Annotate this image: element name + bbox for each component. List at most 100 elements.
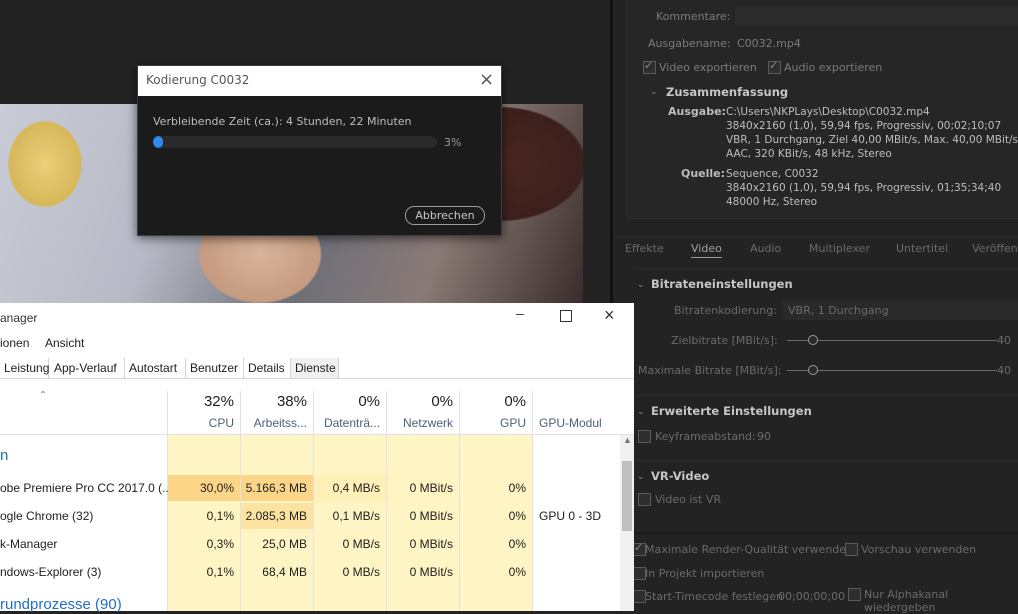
disk-cell: 0,1 MB/s <box>332 509 380 523</box>
encoding-dialog: Kodierung C0032 × Verbleibende Zeit (ca.… <box>137 65 502 236</box>
vr-label: Video ist VR <box>655 493 722 506</box>
start-timecode-label: Start-Timecode festlegen <box>645 590 784 603</box>
export-video-checkbox[interactable] <box>643 59 656 74</box>
process-name: k-Manager <box>0 537 58 551</box>
vr-checkbox[interactable] <box>638 493 651 506</box>
cancel-button[interactable]: Abbrechen <box>405 206 485 225</box>
export-audio-checkbox[interactable] <box>768 59 781 74</box>
cpu-cell: 30,0% <box>168 475 240 501</box>
column-disk[interactable]: Datenträ... <box>314 416 380 430</box>
output-line: VBR, 1 Durchgang, Ziel 40,00 MBit/s, Max… <box>726 134 1018 146</box>
chevron-down-icon[interactable]: ⌄ <box>650 87 658 97</box>
keyframe-label: Keyframeabstand: <box>655 430 756 443</box>
memory-cell: 2.085,3 MB <box>241 503 313 529</box>
tab-audio[interactable]: Audio <box>750 242 781 255</box>
export-audio-label: Audio exportieren <box>784 61 883 74</box>
export-settings-panel: Kommentare: Ausgabename: C0032.mp4 Video… <box>613 0 1018 614</box>
close-icon[interactable]: × <box>479 69 494 90</box>
tm-tab-strip: Leistung App-Verlauf Autostart Benutzer … <box>0 358 634 379</box>
background-processes-group-header[interactable]: rundprozesse (90) <box>0 596 122 613</box>
source-line: 48000 Hz, Stereo <box>726 196 818 208</box>
encoding-progress-fill <box>153 136 163 148</box>
target-bitrate-value[interactable]: 40 <box>997 334 1011 347</box>
source-line: 3840x2160 (1,0), 59,94 fps, Progressiv, … <box>726 182 1002 194</box>
table-row[interactable]: ogle Chrome (32) 0,1% 2.085,3 MB 0,1 MB/… <box>0 503 620 529</box>
alpha-only-checkbox[interactable] <box>848 588 861 601</box>
sort-chevron-up-icon[interactable]: ˆ <box>41 389 45 403</box>
keyframe-value[interactable]: 90 <box>757 430 771 443</box>
target-bitrate-track[interactable] <box>787 340 997 341</box>
cancel-button-label: Abbrechen <box>415 209 475 222</box>
vr-section-title: VR-Video <box>651 469 710 483</box>
disk-total[interactable]: 0% <box>314 393 380 410</box>
tab-video[interactable]: Video <box>691 242 722 258</box>
process-name: obe Premiere Pro CC 2017.0 (... <box>0 481 173 495</box>
chevron-down-icon[interactable]: ⌄ <box>637 280 645 290</box>
column-network[interactable]: Netzwerk <box>387 416 453 430</box>
max-bitrate-value[interactable]: 40 <box>997 364 1011 377</box>
tab-app-history[interactable]: App-Verlauf <box>50 358 125 378</box>
menu-view[interactable]: Ansicht <box>45 336 84 350</box>
tab-effects[interactable]: Effekte <box>625 242 664 255</box>
tab-publish[interactable]: Veröffen <box>972 242 1018 255</box>
column-gpu-engine[interactable]: GPU-Modul <box>539 416 609 430</box>
tab-startup[interactable]: Autostart <box>125 358 186 378</box>
source-summary-lines: Sequence, C0032 3840x2160 (1,0), 59,94 f… <box>726 167 1001 209</box>
tab-users[interactable]: Benutzer <box>186 358 244 378</box>
column-memory[interactable]: Arbeitss... <box>241 416 307 430</box>
encoding-progress-bar <box>153 136 437 148</box>
output-name-link[interactable]: C0032.mp4 <box>737 37 801 50</box>
menu-options[interactable]: ionen <box>0 336 29 350</box>
network-cell: 0 MBit/s <box>409 565 453 579</box>
summary-title: Zusammenfassung <box>666 85 789 99</box>
memory-total[interactable]: 38% <box>241 393 307 410</box>
output-line: 3840x2160 (1,0), 59,94 fps, Progressiv, … <box>726 120 1002 132</box>
minimize-icon[interactable]: – <box>516 305 524 321</box>
tab-subtitles[interactable]: Untertitel <box>896 242 948 255</box>
network-cell: 0 MBit/s <box>409 509 453 523</box>
chevron-down-icon[interactable]: ⌄ <box>637 472 645 482</box>
max-bitrate-slider[interactable] <box>808 365 818 375</box>
network-cell: 0 MBit/s <box>409 481 453 495</box>
preview-checkbox[interactable] <box>845 543 858 556</box>
cpu-cell: 0,3% <box>206 537 234 551</box>
close-icon[interactable]: × <box>604 305 615 326</box>
network-total[interactable]: 0% <box>387 393 453 410</box>
remaining-time-text: Verbleibende Zeit (ca.): 4 Stunden, 22 M… <box>153 115 412 128</box>
process-name: ndows-Explorer (3) <box>0 565 102 579</box>
disk-cell: 0 MB/s <box>342 565 380 579</box>
max-bitrate-track[interactable] <box>787 370 997 371</box>
table-row[interactable]: k-Manager 0,3% 25,0 MB 0 MB/s 0 MBit/s 0… <box>0 531 620 557</box>
source-line: Sequence, C0032 <box>726 168 819 180</box>
task-manager-window: anager – × ionen Ansicht Leistung App-Ve… <box>0 303 634 613</box>
apps-group-header[interactable]: n <box>0 447 8 464</box>
tab-services[interactable]: Dienste <box>291 358 339 378</box>
alpha-only-label: Nur Alphakanal wiedergeben <box>864 588 949 614</box>
column-cpu[interactable]: CPU <box>168 416 234 430</box>
scrollbar-thumb[interactable] <box>622 461 632 531</box>
gpu-total[interactable]: 0% <box>460 393 526 410</box>
tab-performance[interactable]: Leistung <box>0 358 49 378</box>
target-bitrate-slider[interactable] <box>808 335 818 345</box>
output-line: C:\Users\NKPLays\Desktop\C0032.mp4 <box>726 106 930 118</box>
bitrate-encoding-label: Bitratenkodierung: <box>674 304 777 317</box>
disk-cell: 0,4 MB/s <box>314 475 386 501</box>
maximize-icon[interactable] <box>560 310 572 322</box>
scroll-up-icon[interactable]: ▲ <box>623 435 632 445</box>
tab-multiplexer[interactable]: Multiplexer <box>809 242 870 255</box>
table-row[interactable]: obe Premiere Pro CC 2017.0 (... 30,0% 5.… <box>0 475 620 501</box>
keyframe-checkbox[interactable] <box>638 430 651 443</box>
output-name-label: Ausgabename: <box>648 37 731 50</box>
chevron-down-icon[interactable]: ⌄ <box>637 407 645 417</box>
comment-input[interactable] <box>735 7 1018 25</box>
gpu-cell: 0% <box>508 481 526 495</box>
start-timecode-value[interactable]: 00;00;00;00 <box>778 590 845 603</box>
memory-cell: 5.166,3 MB <box>241 475 313 501</box>
table-row[interactable]: ndows-Explorer (3) 0,1% 68,4 MB 0 MB/s 0… <box>0 559 620 585</box>
target-bitrate-label: Zielbitrate [MBit/s]: <box>671 334 778 347</box>
cpu-total[interactable]: 32% <box>168 393 234 410</box>
scrollbar-track[interactable]: ▲ <box>620 435 634 611</box>
column-gpu[interactable]: GPU <box>460 416 526 430</box>
tab-details[interactable]: Details <box>244 358 291 378</box>
bitrate-section-title: Bitrateneinstellungen <box>651 277 793 291</box>
